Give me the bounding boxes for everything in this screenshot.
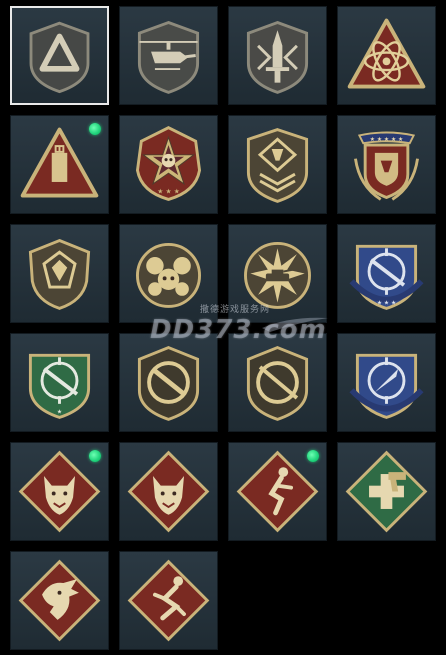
svg-text:★ ★ ★ ★ ★: ★ ★ ★ ★ ★	[370, 136, 403, 143]
svg-text:★: ★	[57, 409, 62, 416]
emblem-tile-13[interactable]: ★	[10, 333, 109, 432]
emblem-tile-15[interactable]	[228, 333, 327, 432]
emblem-tile-12[interactable]: ★ ★ ★	[337, 224, 436, 323]
tank-sunburst-emblem	[244, 241, 311, 309]
diamond-chevron-shield-emblem	[246, 128, 309, 203]
emblem-tile-20[interactable]	[337, 442, 436, 541]
emblem-tile-7[interactable]	[228, 115, 327, 214]
emblem-tile-22[interactable]	[119, 551, 218, 650]
emblem-tile-10[interactable]	[119, 224, 218, 323]
dagger-shield-emblem	[246, 20, 309, 94]
skull-cluster-emblem	[136, 242, 201, 308]
emblem-tile-2[interactable]	[119, 6, 218, 105]
wolf-diamond-emblem-2	[127, 450, 210, 533]
dragon-diamond-emblem	[18, 559, 101, 642]
new-indicator-dot	[307, 450, 319, 462]
emblem-tile-3[interactable]	[228, 6, 327, 105]
sprinter-diamond-emblem	[127, 559, 210, 642]
new-indicator-dot	[89, 123, 101, 135]
emblem-tile-16[interactable]	[337, 333, 436, 432]
emblem-tile-4[interactable]	[337, 6, 436, 105]
emblem-tile-1[interactable]	[10, 6, 109, 105]
emblem-tile-8[interactable]: ★ ★ ★ ★ ★	[337, 115, 436, 214]
gem-shield-emblem	[28, 238, 91, 310]
knife-crosshair-blue-shield-emblem	[349, 353, 424, 419]
emblem-tile-17[interactable]	[10, 442, 109, 541]
skull-star-badge-emblem: ★ ★ ★	[135, 126, 202, 201]
emblem-tile-11[interactable]	[228, 224, 327, 323]
triangle-a-shield-emblem	[29, 21, 90, 94]
emblem-tile-21[interactable]	[10, 551, 109, 650]
svg-text:★ ★ ★: ★ ★ ★	[377, 300, 396, 307]
emblem-tile-14[interactable]	[119, 333, 218, 432]
smg-circle-shield-emblem	[137, 346, 200, 421]
rifle-crosshair-green-shield-emblem: ★	[28, 353, 91, 419]
laurel-crest-emblem: ★ ★ ★ ★ ★	[354, 131, 419, 201]
sniper-circle-shield-emblem	[246, 346, 309, 421]
helicopter-shield-emblem	[137, 20, 200, 94]
new-indicator-dot	[89, 450, 101, 462]
emblem-tile-18[interactable]	[119, 442, 218, 541]
emblem-tile-5[interactable]	[10, 115, 109, 214]
emblem-tile-19[interactable]	[228, 442, 327, 541]
atom-triangle-emblem	[347, 18, 426, 89]
medic-pistol-diamond-emblem	[345, 450, 428, 533]
svg-text:★ ★ ★: ★ ★ ★	[157, 188, 180, 196]
emblem-tile-9[interactable]	[10, 224, 109, 323]
rifle-crosshair-blue-shield-emblem: ★ ★ ★	[349, 244, 424, 310]
emblem-tile-6[interactable]: ★ ★ ★	[119, 115, 218, 214]
